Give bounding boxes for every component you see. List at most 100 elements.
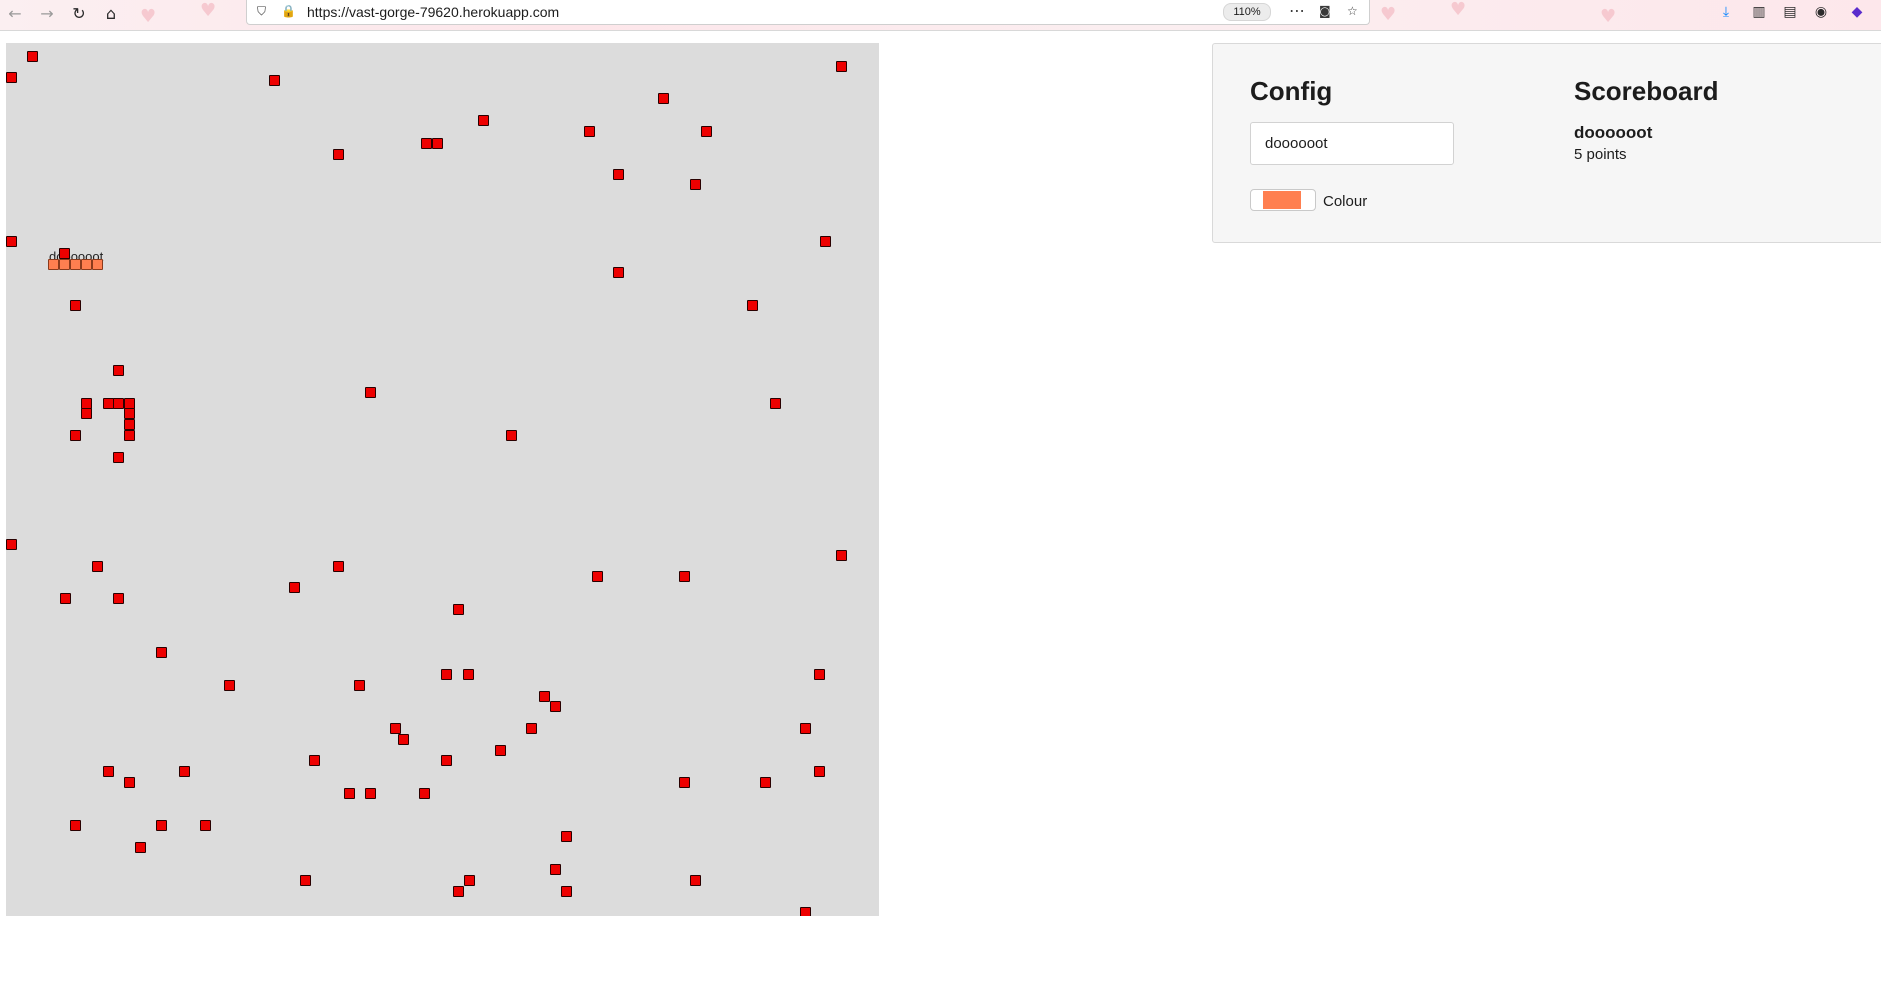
food-pellet — [113, 593, 124, 604]
food-pellet — [441, 755, 452, 766]
food-pellet — [70, 430, 81, 441]
food-pellet — [6, 539, 17, 550]
more-actions-icon[interactable]: ⋯ — [1289, 1, 1305, 20]
library-icon[interactable]: ▥ — [1748, 2, 1770, 22]
side-panel: Config Colour Scoreboard doooooot 5 poin… — [1212, 43, 1881, 243]
food-pellet — [60, 593, 71, 604]
downloads-icon[interactable]: ⤓ — [1715, 2, 1737, 22]
food-pellet — [690, 179, 701, 190]
food-pellet — [747, 300, 758, 311]
food-pellet — [365, 387, 376, 398]
heart-decoration-icon: ♥ — [1450, 0, 1467, 20]
food-pellet — [432, 138, 443, 149]
food-pellet — [124, 408, 135, 419]
food-pellet — [679, 777, 690, 788]
food-pellet — [59, 248, 70, 259]
food-pellet — [333, 149, 344, 160]
food-pellet — [156, 647, 167, 658]
food-pellet — [690, 875, 701, 886]
food-pellet — [550, 864, 561, 875]
food-pellet — [224, 680, 235, 691]
food-pellet — [103, 766, 114, 777]
address-bar[interactable]: ⛉ 🔒 https://vast-gorge-79620.herokuapp.c… — [246, 0, 1370, 25]
food-pellet — [156, 820, 167, 831]
food-pellet — [390, 723, 401, 734]
heart-decoration-icon: ♥ — [1380, 4, 1397, 25]
pocket-icon[interactable]: ◙ — [1319, 4, 1331, 18]
food-pellet — [836, 61, 847, 72]
food-pellet — [441, 669, 452, 680]
food-pellet — [124, 419, 135, 430]
food-pellet — [124, 430, 135, 441]
food-pellet — [289, 582, 300, 593]
food-pellet — [354, 680, 365, 691]
snake-segment — [59, 259, 70, 270]
scoreboard-player-points: 5 points — [1574, 146, 1627, 163]
food-pellet — [613, 169, 624, 180]
snake-segment — [70, 259, 81, 270]
extension-icon[interactable]: ◆ — [1846, 2, 1868, 22]
player-name-input[interactable] — [1250, 122, 1454, 165]
colour-picker[interactable] — [1250, 189, 1316, 211]
colour-label: Colour — [1323, 193, 1368, 210]
food-pellet — [421, 138, 432, 149]
snake-segment — [48, 259, 59, 270]
heart-decoration-icon: ♥ — [200, 0, 217, 21]
food-pellet — [814, 669, 825, 680]
food-pellet — [6, 236, 17, 247]
home-icon[interactable]: ⌂ — [98, 2, 124, 24]
food-pellet — [820, 236, 831, 247]
food-pellet — [701, 126, 712, 137]
colour-preview — [1263, 191, 1301, 209]
shield-icon[interactable]: ⛉ — [257, 4, 266, 19]
food-pellet — [200, 820, 211, 831]
food-pellet — [495, 745, 506, 756]
food-pellet — [269, 75, 280, 86]
food-pellet — [561, 886, 572, 897]
food-pellet — [453, 886, 464, 897]
scoreboard-player-name: doooooot — [1574, 123, 1653, 142]
sidebar-icon[interactable]: ▤ — [1779, 2, 1801, 22]
food-pellet — [584, 126, 595, 137]
food-pellet — [478, 115, 489, 126]
heart-decoration-icon: ♥ — [140, 6, 157, 27]
account-icon[interactable]: ◉ — [1810, 2, 1832, 22]
snake-segment — [81, 259, 92, 270]
game-board[interactable]: doooooot — [6, 43, 879, 916]
food-pellet — [344, 788, 355, 799]
zoom-level-badge[interactable]: 110% — [1223, 3, 1271, 21]
food-pellet — [760, 777, 771, 788]
food-pellet — [6, 72, 17, 83]
back-arrow-icon[interactable]: ← — [2, 2, 28, 24]
bookmark-star-icon[interactable]: ☆ — [1347, 4, 1358, 18]
snake-segment — [92, 259, 103, 270]
food-pellet — [365, 788, 376, 799]
food-pellet — [135, 842, 146, 853]
food-pellet — [463, 669, 474, 680]
lock-icon: 🔒 — [281, 4, 296, 18]
food-pellet — [419, 788, 430, 799]
food-pellet — [539, 691, 550, 702]
food-pellet — [92, 561, 103, 572]
food-pellet — [398, 734, 409, 745]
food-pellet — [526, 723, 537, 734]
food-pellet — [800, 723, 811, 734]
food-pellet — [506, 430, 517, 441]
food-pellet — [613, 267, 624, 278]
food-pellet — [592, 571, 603, 582]
food-pellet — [561, 831, 572, 842]
config-heading: Config — [1250, 76, 1333, 106]
food-pellet — [70, 300, 81, 311]
food-pellet — [550, 701, 561, 712]
url-text[interactable]: https://vast-gorge-79620.herokuapp.com — [307, 4, 559, 20]
reload-icon[interactable]: ↻ — [66, 2, 92, 24]
food-pellet — [70, 820, 81, 831]
forward-arrow-icon[interactable]: → — [34, 2, 60, 24]
heart-decoration-icon: ♥ — [1600, 6, 1617, 27]
food-pellet — [124, 777, 135, 788]
food-pellet — [658, 93, 669, 104]
food-pellet — [113, 452, 124, 463]
food-pellet — [113, 365, 124, 376]
food-pellet — [333, 561, 344, 572]
food-pellet — [81, 408, 92, 419]
